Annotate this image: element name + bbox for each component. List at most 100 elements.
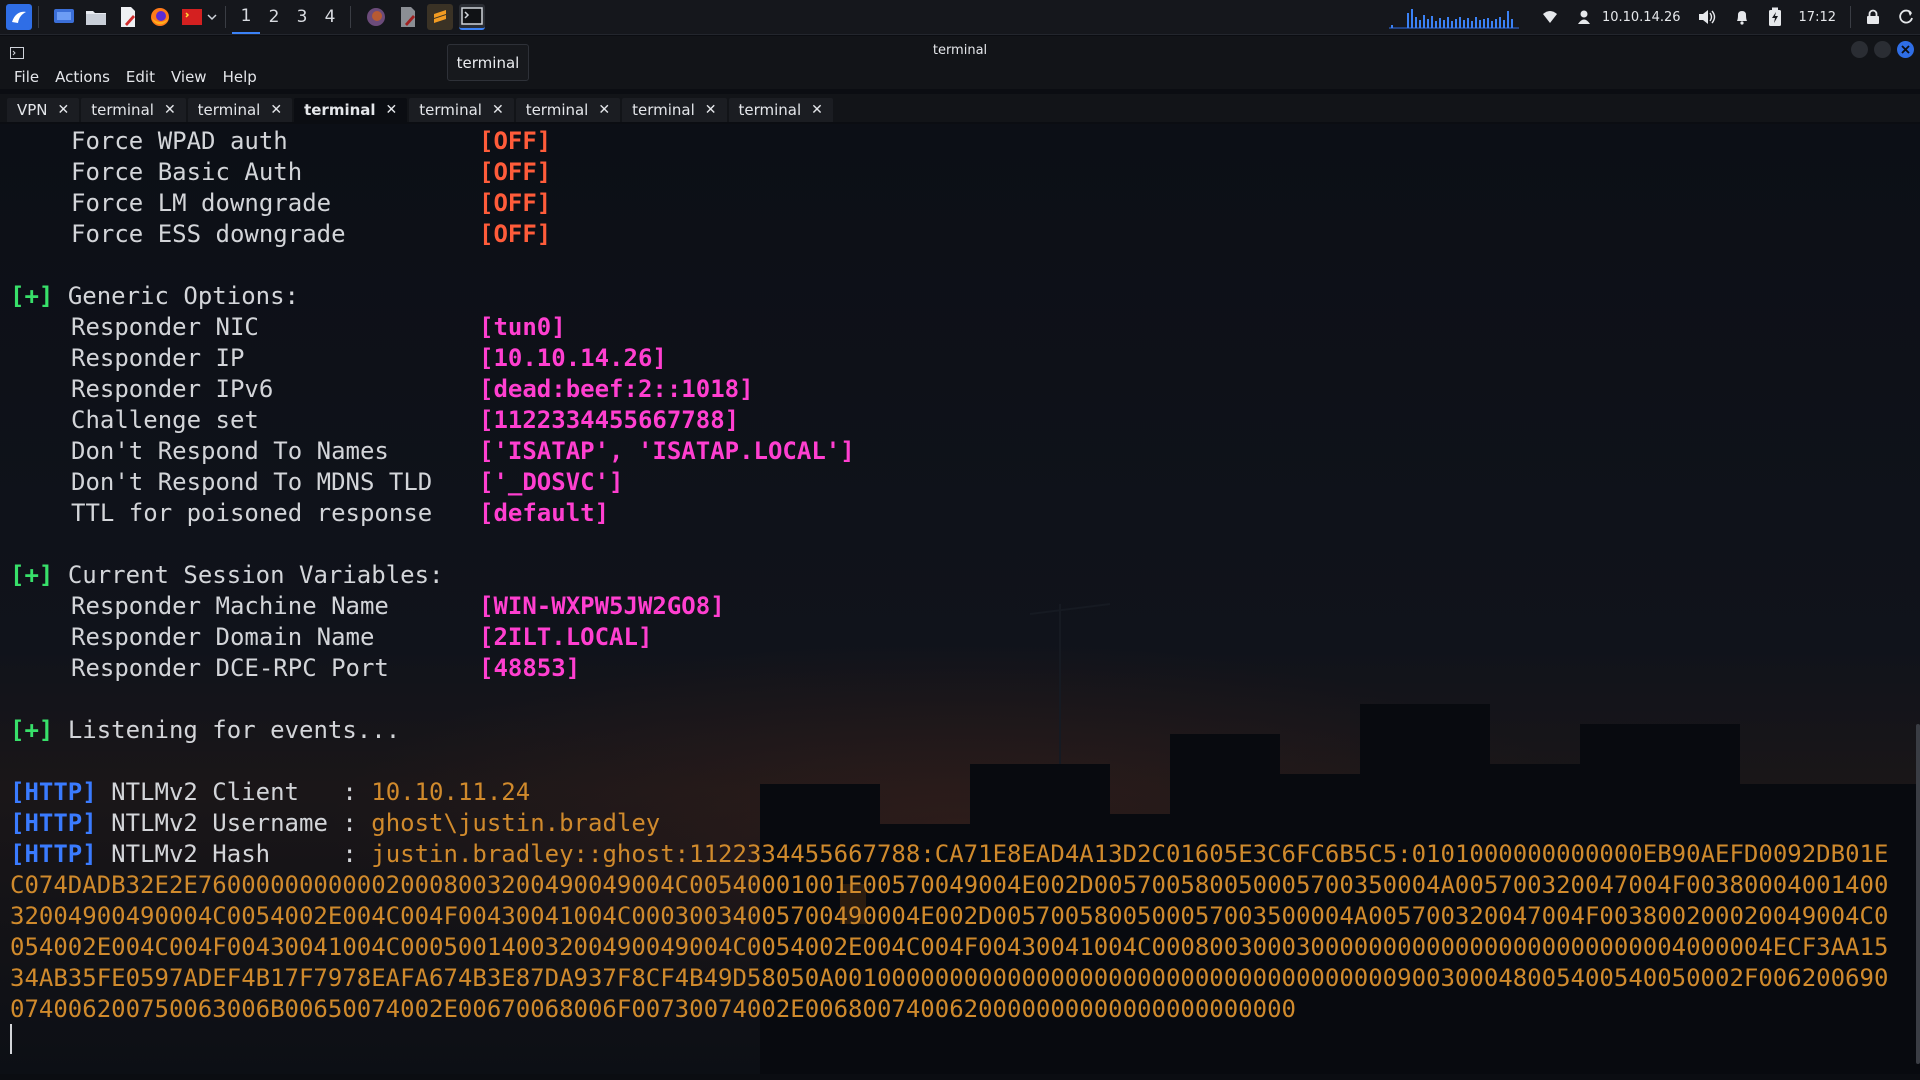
window-titlebar[interactable]: terminal (0, 36, 1920, 64)
http-line: [HTTP] NTLMv2 Username : ghost\justin.br… (10, 808, 1912, 839)
wifi-icon[interactable] (1542, 10, 1558, 24)
option-line: Don't Respond To Names ['ISATAP', 'ISATAP… (10, 436, 1912, 467)
workspace-2[interactable]: 2 (260, 0, 288, 34)
tab-label: terminal (632, 101, 695, 119)
network-graph-icon (1388, 9, 1519, 29)
option-key: TTL for poisoned response (71, 499, 433, 527)
close-tab-icon[interactable]: ✕ (492, 102, 504, 118)
firefox-icon[interactable] (147, 4, 173, 30)
section-marker: [+] (10, 282, 54, 310)
tab-5[interactable]: terminal ✕ (515, 98, 621, 122)
tab-4[interactable]: terminal ✕ (409, 98, 514, 122)
http-line: [HTTP] NTLMv2 Client : 10.10.11.24 (10, 777, 1912, 808)
option-key: Force Basic Auth (71, 158, 303, 186)
close-tab-icon[interactable]: ✕ (705, 102, 717, 118)
window-menu-icon[interactable] (10, 44, 24, 63)
section-marker: [+] (10, 561, 54, 589)
option-value: [OFF] (479, 189, 552, 217)
section-header: [+] Current Session Variables: (10, 560, 1912, 591)
kali-menu-icon[interactable] (6, 4, 32, 30)
chevron-down-icon[interactable] (205, 4, 219, 30)
terminal-output[interactable]: Force WPAD auth [OFF] Force Basic Auth [OFF… (0, 124, 1920, 1074)
workspace-3[interactable]: 3 (288, 0, 316, 34)
option-line: Don't Respond To MDNS TLD ['_DOSVC'] (10, 467, 1912, 498)
option-line: Force Basic Auth [OFF] (10, 157, 1912, 188)
text-editor-icon[interactable] (115, 4, 141, 30)
option-value: [OFF] (479, 127, 552, 155)
http-tag: [HTTP] (10, 809, 97, 837)
firefox-task-icon[interactable] (363, 4, 389, 30)
volume-icon[interactable] (1698, 9, 1716, 25)
close-tab-icon[interactable]: ✕ (164, 102, 176, 118)
editor-task-icon[interactable] (395, 4, 421, 30)
option-value: [dead:beef:2::1018] (479, 375, 754, 403)
close-tab-icon[interactable]: ✕ (598, 102, 610, 118)
close-tab-icon[interactable]: ✕ (386, 102, 398, 118)
lock-screen-icon[interactable] (1866, 9, 1880, 25)
option-key: Responder DCE-RPC Port (71, 654, 389, 682)
tab-label: terminal (525, 101, 589, 119)
option-value: [tun0] (479, 313, 566, 341)
notification-bell-icon[interactable] (1734, 9, 1750, 25)
option-line: Challenge set [1122334455667788] (10, 405, 1912, 436)
tab-tooltip: terminal (447, 44, 529, 81)
option-line: TTL for poisoned response [default] (10, 498, 1912, 529)
terminal-scrollbar[interactable] (1916, 724, 1920, 1064)
option-key: Challenge set (71, 406, 259, 434)
option-line: Force LM downgrade [OFF] (10, 188, 1912, 219)
file-manager-icon[interactable] (83, 4, 109, 30)
option-value: ['ISATAP', 'ISATAP.LOCAL'] (479, 437, 855, 465)
vpn-user-icon[interactable] (1576, 9, 1592, 25)
tab-label: VPN (17, 101, 48, 119)
option-key: Responder Machine Name (71, 592, 389, 620)
close-tab-icon[interactable]: ✕ (58, 102, 70, 118)
desktop-icon[interactable] (51, 4, 77, 30)
menu-edit[interactable]: Edit (118, 68, 163, 86)
option-value: [OFF] (479, 220, 552, 248)
menu-file[interactable]: File (6, 68, 47, 86)
option-value: [10.10.14.26] (479, 344, 667, 372)
section-title: Generic Options: (67, 282, 299, 310)
option-value: ['_DOSVC'] (479, 468, 624, 496)
option-line: Force ESS downgrade [OFF] (10, 219, 1912, 250)
system-tray: 10.10.14.26 17:12 (1388, 0, 1920, 34)
option-value: [OFF] (479, 158, 552, 186)
tab-label: terminal (304, 101, 376, 119)
red-app-icon[interactable] (179, 4, 205, 30)
option-line: Responder NIC [tun0] (10, 312, 1912, 343)
tab-1[interactable]: terminal ✕ (81, 98, 186, 122)
option-key: Responder IPv6 (71, 375, 274, 403)
http-tag: [HTTP] (10, 840, 97, 868)
option-key: Don't Respond To Names (71, 437, 389, 465)
terminal-task-icon[interactable] (459, 4, 485, 30)
option-line: Responder IPv6 [dead:beef:2::1018] (10, 374, 1912, 405)
option-line: Responder IP [10.10.14.26] (10, 343, 1912, 374)
menu-help[interactable]: Help (215, 68, 265, 86)
close-button[interactable] (1897, 41, 1914, 58)
workspace-1[interactable]: 1 (232, 0, 260, 34)
maximize-button[interactable] (1874, 41, 1891, 58)
tab-0[interactable]: VPN ✕ (7, 98, 80, 122)
workspace-4[interactable]: 4 (316, 0, 344, 34)
logout-icon[interactable] (1898, 9, 1914, 25)
option-value: [2ILT.LOCAL] (479, 623, 653, 651)
option-line: Responder Machine Name [WIN-WXPW5JW2GO8] (10, 591, 1912, 622)
tab-label: terminal (197, 101, 261, 119)
tab-7[interactable]: terminal ✕ (728, 98, 833, 122)
tab-2[interactable]: terminal ✕ (187, 98, 293, 122)
menu-actions[interactable]: Actions (47, 68, 118, 86)
sublime-task-icon[interactable] (427, 4, 453, 30)
section-title: Current Session Variables: (67, 561, 444, 589)
minimize-button[interactable] (1851, 41, 1868, 58)
top-panel: 1234 10.10.14.26 17:12 (0, 0, 1920, 35)
battery-charging-icon[interactable] (1768, 7, 1782, 27)
option-line: Responder Domain Name [2ILT.LOCAL] (10, 622, 1912, 653)
option-key: Force ESS downgrade (71, 220, 346, 248)
tab-6[interactable]: terminal ✕ (622, 98, 727, 122)
close-tab-icon[interactable]: ✕ (270, 102, 282, 118)
menu-view[interactable]: View (163, 68, 215, 86)
tab-3[interactable]: terminal ✕ (294, 98, 408, 122)
close-tab-icon[interactable]: ✕ (811, 102, 823, 118)
clock-label: 17:12 (1798, 9, 1836, 25)
tab-label: terminal (738, 101, 802, 119)
